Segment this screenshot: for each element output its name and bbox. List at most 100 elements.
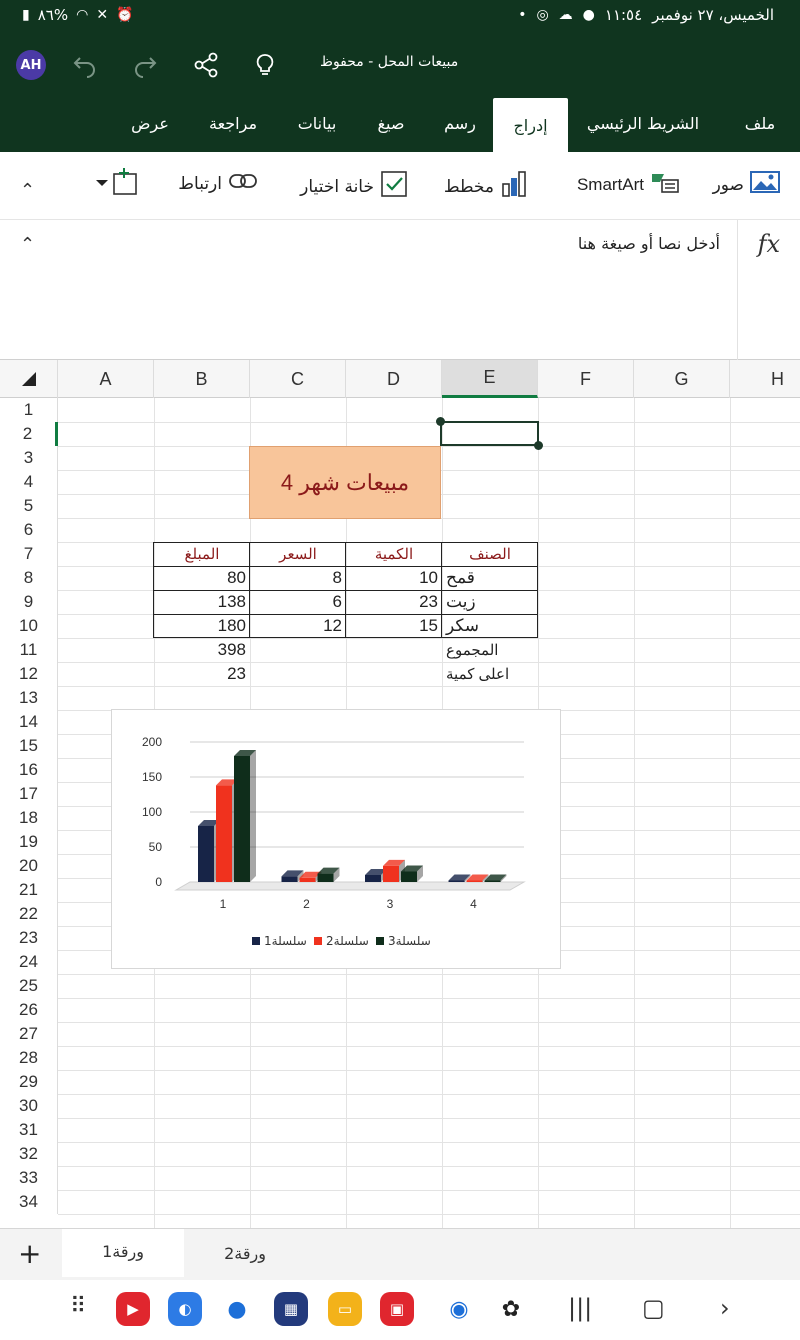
sheet-title-cell[interactable]: مبيعات شهر 4	[249, 446, 441, 519]
messages-app-icon[interactable]: ●	[220, 1292, 254, 1326]
selection-handle[interactable]	[436, 417, 445, 426]
cell-price[interactable]: 12	[250, 614, 346, 638]
link-button[interactable]: ارتباط	[178, 170, 258, 197]
embedded-chart[interactable]: 0 50 100 150 200 1 2 3 4 سلسلة1 سلسلة2 سلسلة3	[111, 709, 561, 969]
cell-amount[interactable]: 138	[154, 590, 250, 614]
total-label[interactable]: المجموع	[442, 638, 538, 662]
max-qty-value[interactable]: 23	[154, 662, 250, 686]
total-value[interactable]: 398	[154, 638, 250, 662]
row-header[interactable]: 15	[0, 734, 58, 758]
redo-icon[interactable]	[128, 48, 162, 82]
cell-selection[interactable]	[436, 417, 543, 450]
row-header[interactable]: 25	[0, 974, 58, 998]
tab-view[interactable]: عرض	[128, 108, 172, 152]
row-header[interactable]: 12	[0, 662, 58, 686]
back-icon[interactable]: ›	[720, 1294, 730, 1322]
row-header[interactable]: 14	[0, 710, 58, 734]
row-header[interactable]: 29	[0, 1070, 58, 1094]
column-header-a[interactable]: A	[58, 360, 154, 398]
row-header[interactable]: 23	[0, 926, 58, 950]
row-header[interactable]: 2	[0, 422, 58, 446]
chatgpt-app-icon[interactable]: ✿	[494, 1292, 528, 1326]
row-header[interactable]: 19	[0, 830, 58, 854]
cell-item[interactable]: سكر	[442, 614, 538, 638]
collapse-ribbon-icon[interactable]: ⌃	[20, 180, 35, 201]
header-price[interactable]: السعر	[250, 542, 346, 566]
pictures-button[interactable]: صور	[713, 170, 780, 199]
column-header-b[interactable]: B	[154, 360, 250, 398]
cell-amount[interactable]: 180	[154, 614, 250, 638]
chart-button[interactable]: مخطط	[444, 170, 528, 203]
row-header[interactable]: 5	[0, 494, 58, 518]
row-header[interactable]: 17	[0, 782, 58, 806]
document-title[interactable]: مبيعات المحل - محفوظ	[320, 54, 458, 70]
tab-formulas[interactable]: صيغ	[370, 108, 412, 152]
tab-review[interactable]: مراجعة	[202, 108, 264, 152]
smartart-button[interactable]: SmartArt	[577, 170, 680, 199]
add-sheet-icon[interactable]: +	[18, 1237, 41, 1270]
recents-icon[interactable]: |||	[568, 1294, 592, 1322]
calendar-app-icon[interactable]: ▦	[274, 1292, 308, 1326]
row-header[interactable]: 7	[0, 542, 58, 566]
column-header-h[interactable]: H	[730, 360, 800, 398]
row-header[interactable]: 33	[0, 1166, 58, 1190]
youtube-app-icon[interactable]: ▶	[116, 1292, 150, 1326]
column-header-f[interactable]: F	[538, 360, 634, 398]
select-all-corner[interactable]	[0, 360, 58, 398]
column-header-e[interactable]: E	[442, 360, 538, 398]
row-header[interactable]: 24	[0, 950, 58, 974]
formula-input[interactable]: أدخل نصا أو صيغة هنا	[578, 234, 720, 253]
sheet-tab-1[interactable]: ورقة1	[62, 1229, 184, 1277]
row-header[interactable]: 16	[0, 758, 58, 782]
spreadsheet-grid[interactable]: A B C D E F G H 1 2 3 4 5 6 7 8 9 10 11 12 13 14 15 16 1…	[0, 360, 800, 1228]
tab-draw[interactable]: رسم	[440, 108, 480, 152]
cell-price[interactable]: 8	[250, 566, 346, 590]
row-header[interactable]: 34	[0, 1190, 58, 1214]
column-header-g[interactable]: G	[634, 360, 730, 398]
cell-item[interactable]: زيت	[442, 590, 538, 614]
row-header[interactable]: 27	[0, 1022, 58, 1046]
checkbox-button[interactable]: خانة اختيار	[300, 170, 408, 203]
row-header[interactable]: 1	[0, 398, 58, 422]
tab-data[interactable]: بيانات	[290, 108, 344, 152]
tab-home[interactable]: الشريط الرئيسي	[578, 108, 708, 152]
avatar[interactable]: AH	[16, 50, 46, 80]
sheet-tab-2[interactable]: ورقة2	[184, 1229, 306, 1277]
row-header[interactable]: 3	[0, 446, 58, 470]
home-icon[interactable]: ▢	[642, 1294, 665, 1322]
messenger-app-icon[interactable]: ◉	[442, 1292, 476, 1326]
header-item[interactable]: الصنف	[442, 542, 538, 566]
row-header[interactable]: 13	[0, 686, 58, 710]
cell-qty[interactable]: 15	[346, 614, 442, 638]
row-header[interactable]: 20	[0, 854, 58, 878]
column-header-c[interactable]: C	[250, 360, 346, 398]
share-icon[interactable]	[189, 48, 223, 82]
row-header[interactable]: 21	[0, 878, 58, 902]
cell-item[interactable]: قمح	[442, 566, 538, 590]
row-header[interactable]: 6	[0, 518, 58, 542]
cell-qty[interactable]: 10	[346, 566, 442, 590]
collapse-formula-icon[interactable]: ⌃	[20, 234, 35, 255]
insert-cells-button[interactable]	[94, 168, 138, 201]
row-header[interactable]: 26	[0, 998, 58, 1022]
header-qty[interactable]: الكمية	[346, 542, 442, 566]
row-header[interactable]: 10	[0, 614, 58, 638]
row-header[interactable]: 30	[0, 1094, 58, 1118]
row-header[interactable]: 18	[0, 806, 58, 830]
cell-price[interactable]: 6	[250, 590, 346, 614]
browser-app-icon[interactable]: ◐	[168, 1292, 202, 1326]
tab-file[interactable]: ملف	[738, 108, 782, 152]
undo-icon[interactable]	[68, 48, 102, 82]
row-header[interactable]: 4	[0, 470, 58, 494]
row-header[interactable]: 31	[0, 1118, 58, 1142]
row-header[interactable]: 22	[0, 902, 58, 926]
lightbulb-icon[interactable]	[248, 48, 282, 82]
cell-qty[interactable]: 23	[346, 590, 442, 614]
cell-amount[interactable]: 80	[154, 566, 250, 590]
apps-grid-icon[interactable]: ⠿	[70, 1294, 86, 1319]
column-header-d[interactable]: D	[346, 360, 442, 398]
row-header[interactable]: 8	[0, 566, 58, 590]
header-amount[interactable]: المبلغ	[154, 542, 250, 566]
max-qty-label[interactable]: اعلى كمية	[442, 662, 538, 686]
row-header[interactable]: 11	[0, 638, 58, 662]
